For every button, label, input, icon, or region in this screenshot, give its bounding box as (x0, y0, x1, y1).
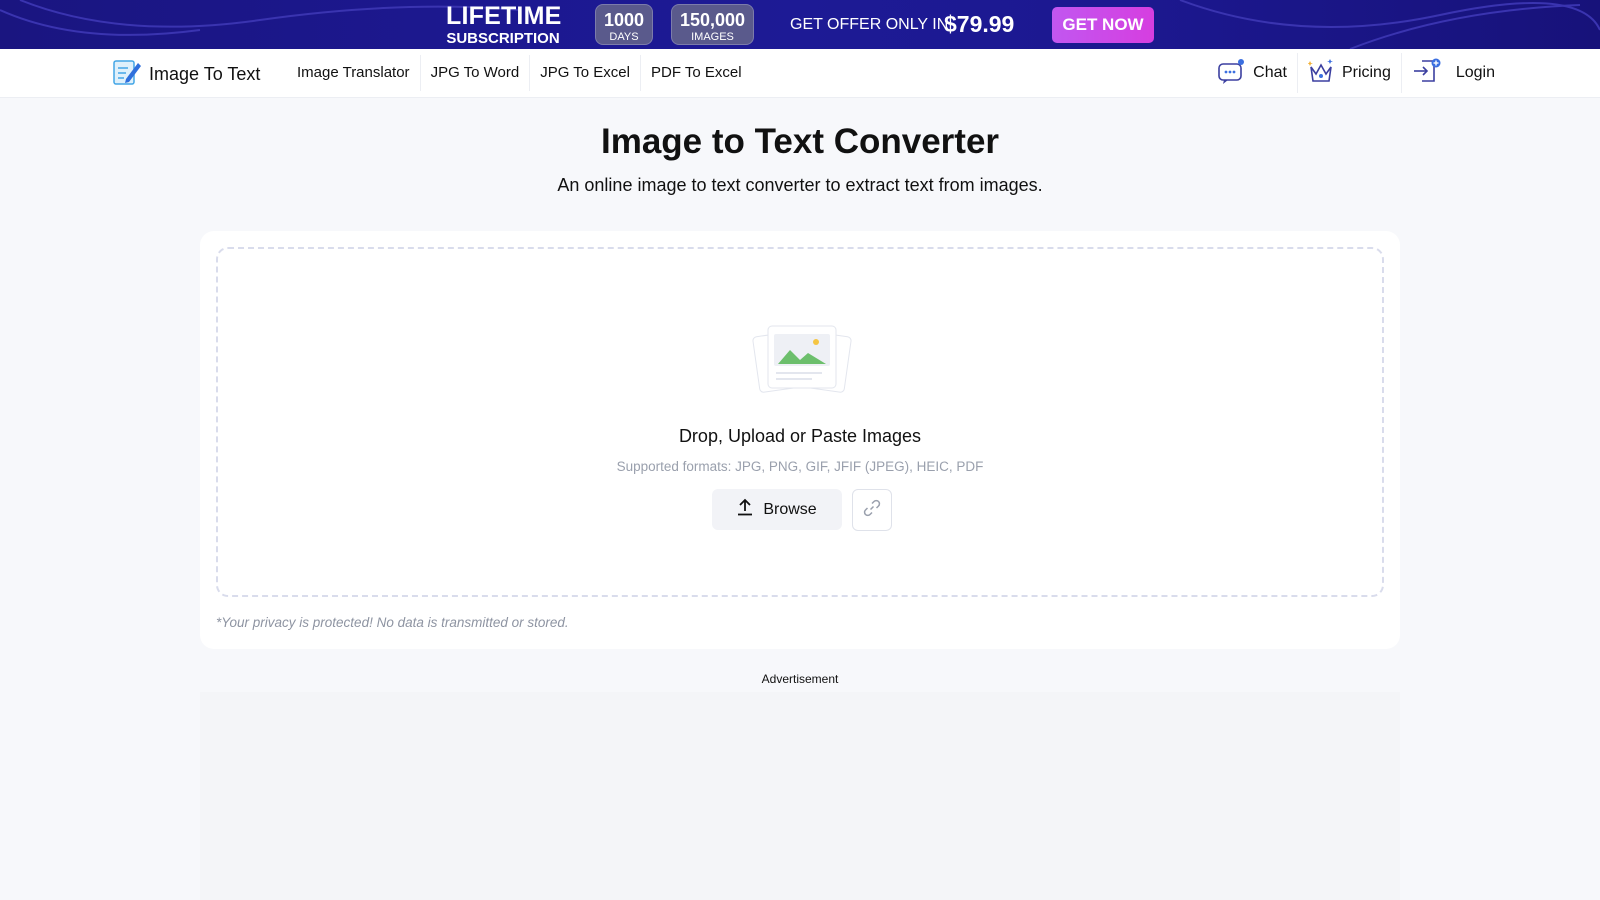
chat-bubble-icon (1217, 57, 1245, 90)
upload-card: Drop, Upload or Paste Images Supported f… (200, 231, 1400, 649)
pricing-label: Pricing (1341, 64, 1391, 81)
supported-formats: Supported formats: JPG, PNG, GIF, JFIF (… (616, 459, 984, 474)
days-value: 1000 (603, 10, 645, 30)
browse-label: Browse (763, 500, 817, 518)
page-title: Image to Text Converter (600, 122, 1000, 161)
pricing-button[interactable]: Pricing (1298, 53, 1402, 93)
chat-button[interactable]: Chat (1207, 53, 1298, 93)
promo-title-small: SUBSCRIPTION (446, 30, 560, 47)
nav-link-jpg-to-word[interactable]: JPG To Word (421, 55, 531, 91)
promo-title-big: LIFETIME (446, 2, 562, 30)
get-now-button[interactable]: GET NOW (1052, 7, 1154, 43)
login-button[interactable]: Login (1402, 53, 1495, 93)
promo-title: LIFETIME SUBSCRIPTION (446, 2, 562, 48)
images-unit: IMAGES (691, 31, 734, 43)
logo-text: Image To Text (149, 64, 261, 84)
notepad-pencil-icon (112, 57, 142, 92)
nav-actions: Chat Pricing Login (1207, 53, 1495, 93)
login-label: Login (1455, 64, 1495, 81)
crown-icon (1306, 57, 1334, 90)
chat-label: Chat (1253, 64, 1287, 81)
offer-price: $79.99 (944, 11, 1015, 37)
drop-zone[interactable]: Drop, Upload or Paste Images Supported f… (216, 247, 1384, 597)
advertisement-label: Advertisement (761, 672, 839, 686)
days-unit: DAYS (609, 31, 639, 43)
images-badge: 150,000 IMAGES (671, 4, 754, 45)
images-value: 150,000 (679, 10, 746, 30)
nav-link-image-translator[interactable]: Image Translator (287, 55, 421, 91)
privacy-note: *Your privacy is protected! No data is t… (216, 615, 569, 630)
promo-banner: LIFETIME SUBSCRIPTION 1000 DAYS 150,000 … (0, 0, 1600, 49)
link-icon (863, 499, 881, 522)
drop-title: Drop, Upload or Paste Images (678, 426, 922, 446)
login-door-icon (1412, 57, 1442, 90)
paste-url-button[interactable] (852, 489, 892, 531)
nav-link-pdf-to-excel[interactable]: PDF To Excel (641, 55, 752, 91)
advertisement-area (200, 692, 1400, 900)
image-upload-icon (752, 320, 852, 403)
page-subtitle: An online image to text converter to ext… (557, 175, 1043, 195)
browse-button[interactable]: Browse (712, 489, 842, 530)
site-logo[interactable]: Image To Text (112, 57, 260, 92)
nav-links: Image Translator JPG To Word JPG To Exce… (287, 55, 752, 91)
days-badge: 1000 DAYS (595, 4, 653, 45)
upload-arrow-icon (737, 498, 753, 521)
top-navigation: Image To Text Image Translator JPG To Wo… (0, 49, 1600, 98)
nav-link-jpg-to-excel[interactable]: JPG To Excel (530, 55, 641, 91)
offer-text: GET OFFER ONLY IN (790, 16, 949, 33)
